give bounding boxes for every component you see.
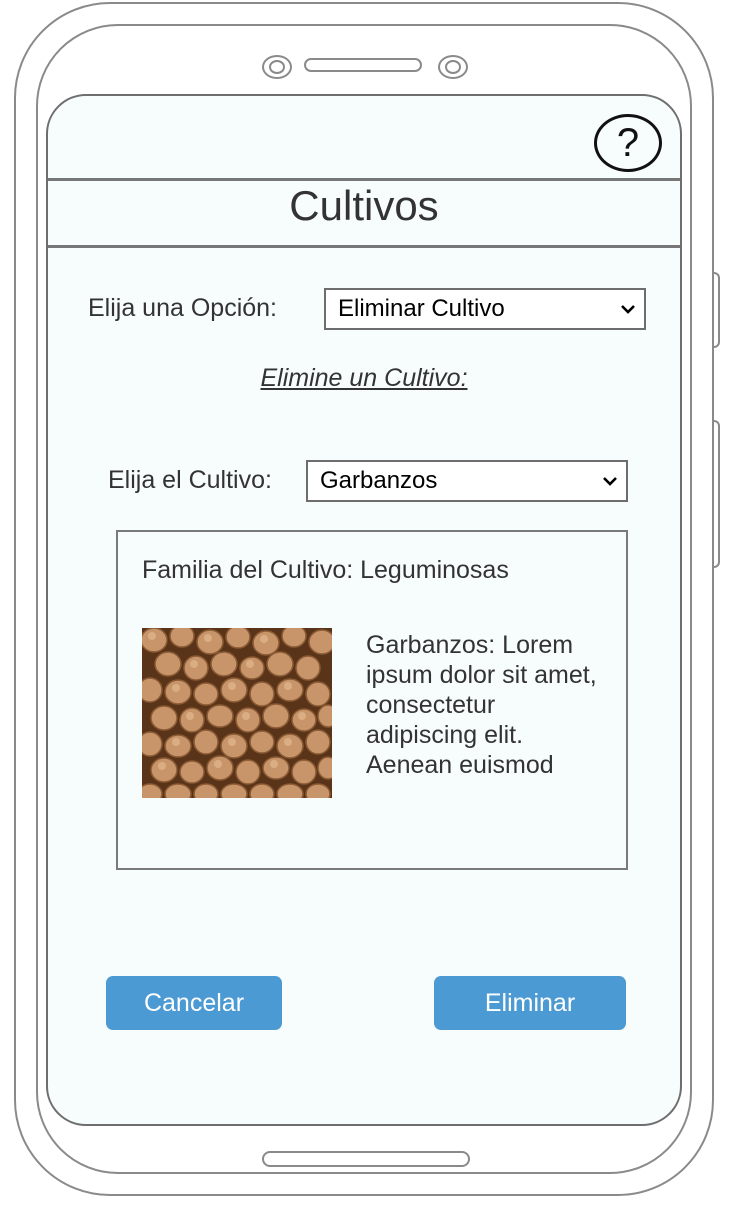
side-button-upper [714,272,720,348]
crop-description: Garbanzos: Lorem ipsum dolor sit amet, c… [366,631,597,779]
chevron-down-icon [621,305,635,314]
sensor-icon [438,55,468,79]
speaker-grille [304,58,422,72]
home-button[interactable] [262,1151,470,1167]
side-button-lower [714,420,720,568]
cancel-button[interactable]: Cancelar [106,976,282,1030]
page-title: Cultivos [289,182,439,229]
option-select[interactable]: Eliminar Cultivo [324,288,646,330]
crop-family-text: Familia del Cultivo: Leguminosas [142,556,509,584]
option-select-value: Eliminar Cultivo [338,295,505,322]
chickpeas-image [142,628,332,798]
camera-icon [262,55,292,79]
crop-select[interactable]: Garbanzos [306,460,628,502]
crop-label: Elija el Cultivo: [108,466,272,494]
delete-button[interactable]: Eliminar [434,976,626,1030]
crop-select-value: Garbanzos [320,467,438,494]
chevron-down-icon [603,477,617,486]
help-button[interactable]: ? [594,114,662,172]
header-divider-bottom [48,245,680,248]
option-label: Elija una Opción: [88,294,278,322]
app-screen: ? Cultivos Elija una Opción: Eliminar Cu… [46,94,682,1126]
header-divider-top [48,178,680,181]
section-heading: Elimine un Cultivo: [260,364,468,392]
crop-info-card: Familia del Cultivo: Leguminosas Garbanz… [116,530,628,870]
